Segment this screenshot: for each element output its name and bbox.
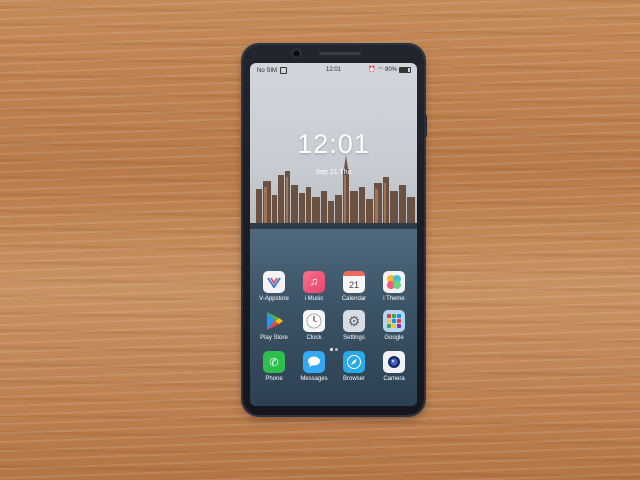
app-label: Phone	[265, 376, 283, 382]
app-v-appstore[interactable]: V-Appstore	[256, 271, 292, 302]
app-clock[interactable]: Clock	[296, 310, 332, 341]
wifi-icon: ◠	[377, 67, 383, 73]
dock-camera[interactable]: Camera	[376, 351, 412, 382]
city-skyline-wallpaper	[250, 155, 417, 229]
app-label: i Theme	[383, 296, 405, 302]
app-label: Browser	[342, 376, 365, 382]
app-i-music[interactable]: ♫ i Music	[296, 271, 332, 302]
music-icon: ♫	[303, 271, 325, 293]
dock-phone[interactable]: ✆ Phone	[256, 351, 292, 382]
calendar-day: 21	[348, 279, 359, 290]
camera-icon	[383, 351, 405, 373]
battery-percent: 80%	[384, 66, 397, 73]
play-store-icon	[263, 310, 285, 332]
app-label: Calendar	[341, 296, 367, 302]
app-label: Camera	[383, 376, 405, 382]
app-label: i Music	[304, 296, 324, 302]
app-google-folder[interactable]: Google	[376, 310, 412, 341]
app-calendar[interactable]: 21 Calendar	[336, 271, 372, 302]
status-bar: No SIM 12:01 ⏰ ◠ 80%	[250, 63, 417, 77]
clock-widget-date: Sep 21 Thu	[315, 169, 352, 176]
clock-icon	[303, 310, 325, 332]
theme-icon	[383, 271, 405, 293]
alarm-icon: ⏰	[368, 67, 376, 73]
power-button	[424, 115, 427, 137]
app-label: Messages	[300, 376, 328, 382]
settings-icon: ⚙	[343, 310, 365, 332]
clock-widget-time: 12:01	[297, 129, 370, 159]
messages-icon	[303, 351, 325, 373]
phone-icon: ✆	[263, 351, 285, 373]
dock-messages[interactable]: Messages	[296, 351, 332, 382]
google-folder-icon	[383, 310, 405, 332]
smartphone: No SIM 12:01 ⏰ ◠ 80% 12:01 Sep 21 Thu V-…	[243, 45, 427, 415]
dock-browser[interactable]: Browser	[336, 351, 372, 382]
battery-icon	[399, 66, 411, 73]
phone-screen: No SIM 12:01 ⏰ ◠ 80% 12:01 Sep 21 Thu V-…	[250, 63, 417, 406]
app-i-theme[interactable]: i Theme	[376, 271, 412, 302]
front-camera	[293, 50, 300, 57]
browser-icon	[343, 351, 365, 373]
app-label: V-Appstore	[259, 296, 289, 302]
v-appstore-icon	[263, 271, 285, 293]
calendar-icon: 21	[343, 271, 365, 293]
earpiece	[319, 52, 361, 55]
app-settings[interactable]: ⚙ Settings	[336, 310, 372, 341]
app-play-store[interactable]: Play Store	[256, 310, 292, 341]
